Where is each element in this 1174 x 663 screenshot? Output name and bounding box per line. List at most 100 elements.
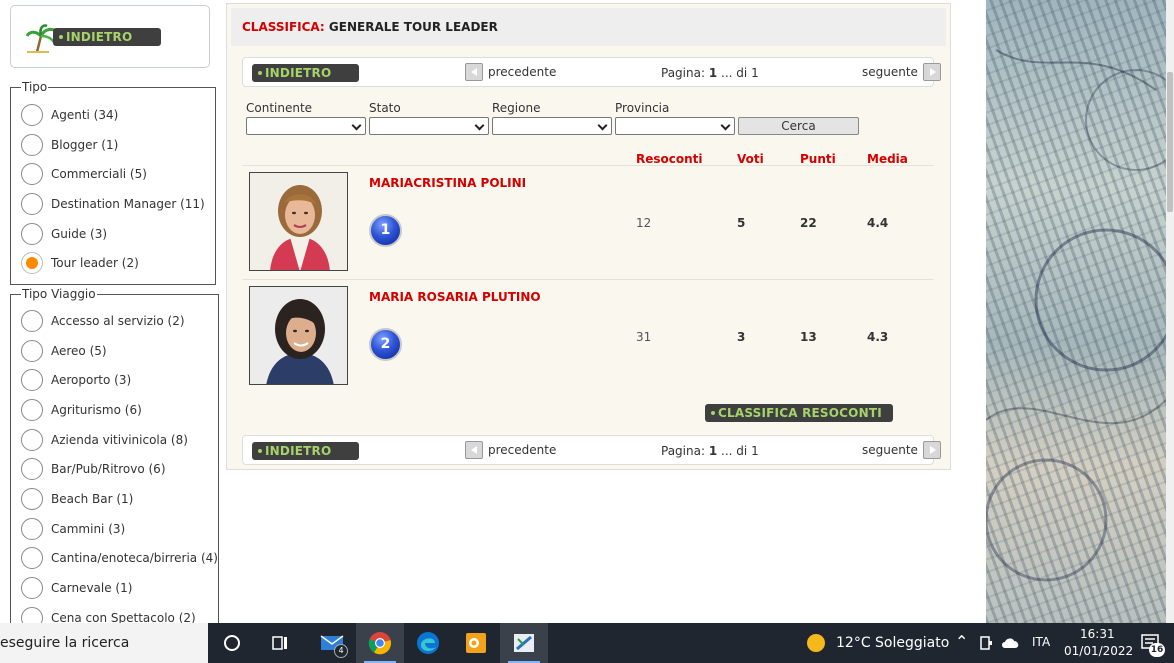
- search-button[interactable]: Cerca: [738, 117, 859, 135]
- classifica-resoconti-button[interactable]: CLASSIFICA RESOCONTI: [705, 404, 893, 422]
- radio-icon[interactable]: [21, 487, 43, 510]
- logo-box: INDIETRO: [10, 5, 210, 68]
- prev-page-button[interactable]: precedente: [465, 441, 561, 459]
- avatar-woman-1-icon: [250, 173, 347, 270]
- cell-punti: 13: [800, 330, 817, 344]
- radio-azienda-vitivinicola[interactable]: Azienda vitivinicola (8): [11, 425, 218, 455]
- radio-icon[interactable]: [21, 458, 43, 481]
- radio-accesso-servizio[interactable]: Accesso al servizio (2): [11, 306, 218, 336]
- radio-blogger[interactable]: Blogger (1): [11, 130, 215, 160]
- background-image: [986, 0, 1166, 623]
- radio-aeroporto[interactable]: Aeroporto (3): [11, 365, 218, 395]
- mail-icon[interactable]: 4: [308, 623, 356, 663]
- next-label[interactable]: seguente: [862, 443, 918, 457]
- page: INDIETRO Tipo Agenti (34) Blogger (1) Co…: [0, 0, 1174, 663]
- page-current: 1: [708, 444, 718, 458]
- app-window-icon[interactable]: [500, 623, 548, 663]
- cortana-icon[interactable]: [208, 623, 256, 663]
- regione-select[interactable]: [492, 117, 612, 135]
- radio-carnevale[interactable]: Carnevale (1): [11, 573, 218, 603]
- radio-icon[interactable]: [21, 163, 43, 186]
- arrow-left-icon[interactable]: [465, 63, 483, 81]
- weather-text[interactable]: 12°C Soleggiato: [836, 635, 949, 651]
- page-current: 1: [708, 66, 718, 80]
- member-name[interactable]: MARIACRISTINA POLINI: [369, 176, 526, 190]
- location-filters: Continente Stato Regione Provincia Cerca: [246, 101, 946, 141]
- task-view-icon[interactable]: [256, 623, 304, 663]
- provincia-select[interactable]: [615, 117, 735, 135]
- radio-icon[interactable]: [21, 133, 43, 156]
- radio-destination-manager[interactable]: Destination Manager (11): [11, 189, 215, 219]
- radio-icon[interactable]: [21, 103, 43, 126]
- provincia-filter: Provincia: [615, 101, 735, 135]
- network-icon[interactable]: [978, 635, 994, 651]
- radio-agenti[interactable]: Agenti (34): [11, 100, 215, 130]
- radio-icon[interactable]: [21, 222, 43, 245]
- clock-date[interactable]: 01/01/2022: [1064, 644, 1133, 658]
- radio-icon[interactable]: [21, 398, 43, 421]
- page-sep: ... di: [721, 66, 748, 80]
- prev-page-button[interactable]: precedente: [465, 63, 561, 81]
- radio-cammini[interactable]: Cammini (3): [11, 514, 218, 544]
- col-resoconti: Resoconti: [636, 152, 703, 166]
- radio-icon[interactable]: [21, 547, 43, 570]
- radio-agriturismo[interactable]: Agriturismo (6): [11, 395, 218, 425]
- radio-icon[interactable]: [21, 339, 43, 362]
- page-label: Pagina:: [661, 66, 706, 80]
- arrow-right-icon[interactable]: [922, 441, 941, 459]
- avatar[interactable]: [249, 172, 348, 271]
- outlook-icon[interactable]: [452, 623, 500, 663]
- cell-punti: 22: [800, 216, 817, 230]
- radio-icon[interactable]: [21, 309, 43, 332]
- radio-icon[interactable]: [21, 428, 43, 451]
- radio-commerciali[interactable]: Commerciali (5): [11, 159, 215, 189]
- edge-icon[interactable]: [404, 623, 452, 663]
- radio-checked-icon[interactable]: [21, 252, 43, 275]
- radio-bar-pub[interactable]: Bar/Pub/Ritrovo (6): [11, 454, 218, 484]
- scrollbar-thumb[interactable]: [1167, 72, 1173, 212]
- chrome-icon[interactable]: [356, 623, 404, 663]
- language-indicator[interactable]: ITA: [1032, 635, 1050, 649]
- next-page-button[interactable]: seguente: [857, 441, 941, 459]
- cell-resoconti: 31: [636, 330, 652, 344]
- taskbar-search-input[interactable]: eseguire la ricerca: [0, 623, 208, 663]
- back-button[interactable]: INDIETRO: [53, 28, 161, 46]
- prev-label[interactable]: precedente: [488, 65, 556, 79]
- radio-aereo[interactable]: Aereo (5): [11, 336, 218, 366]
- back-button[interactable]: INDIETRO: [252, 442, 359, 460]
- arrow-left-icon[interactable]: [465, 441, 483, 459]
- scrollbar[interactable]: [1166, 0, 1174, 623]
- radio-icon[interactable]: [21, 517, 43, 540]
- radio-icon[interactable]: [21, 577, 43, 600]
- cell-media: 4.4: [867, 216, 889, 230]
- continente-filter: Continente: [246, 101, 366, 135]
- continente-select[interactable]: [246, 117, 366, 135]
- arrow-right-icon[interactable]: [922, 63, 941, 81]
- member-name[interactable]: MARIA ROSARIA PLUTINO: [369, 290, 541, 304]
- tipo-viaggio-filter: Tipo Viaggio Accesso al servizio (2) Aer…: [10, 287, 219, 632]
- radio-cantina[interactable]: Cantina/enoteca/birreria (4): [11, 544, 218, 574]
- title-prefix: CLASSIFICA:: [242, 20, 325, 34]
- page-sep: ... di: [721, 444, 748, 458]
- chevron-up-icon[interactable]: ⌃: [955, 632, 968, 651]
- next-label[interactable]: seguente: [862, 65, 918, 79]
- page-info: Pagina: 1 ... di 1: [661, 444, 759, 458]
- cloud-icon[interactable]: [1001, 637, 1021, 649]
- rank-badge: 1: [369, 214, 402, 247]
- stato-select[interactable]: [369, 117, 489, 135]
- radio-guide[interactable]: Guide (3): [11, 219, 215, 249]
- back-button[interactable]: INDIETRO: [252, 64, 359, 82]
- avatar-woman-2-icon: [250, 287, 347, 384]
- bullet-icon: [258, 71, 262, 75]
- prev-label[interactable]: precedente: [488, 443, 556, 457]
- radio-tour-leader[interactable]: Tour leader (2): [11, 248, 215, 278]
- weather-sun-icon[interactable]: [806, 633, 826, 653]
- rank-badge: 2: [369, 328, 402, 361]
- clock-time[interactable]: 16:31: [1080, 627, 1115, 641]
- radio-icon[interactable]: [21, 192, 43, 215]
- next-page-button[interactable]: seguente: [857, 63, 941, 81]
- avatar[interactable]: [249, 286, 348, 385]
- classifica-button-label: CLASSIFICA RESOCONTI: [718, 406, 882, 420]
- radio-icon[interactable]: [21, 369, 43, 392]
- radio-beach-bar[interactable]: Beach Bar (1): [11, 484, 218, 514]
